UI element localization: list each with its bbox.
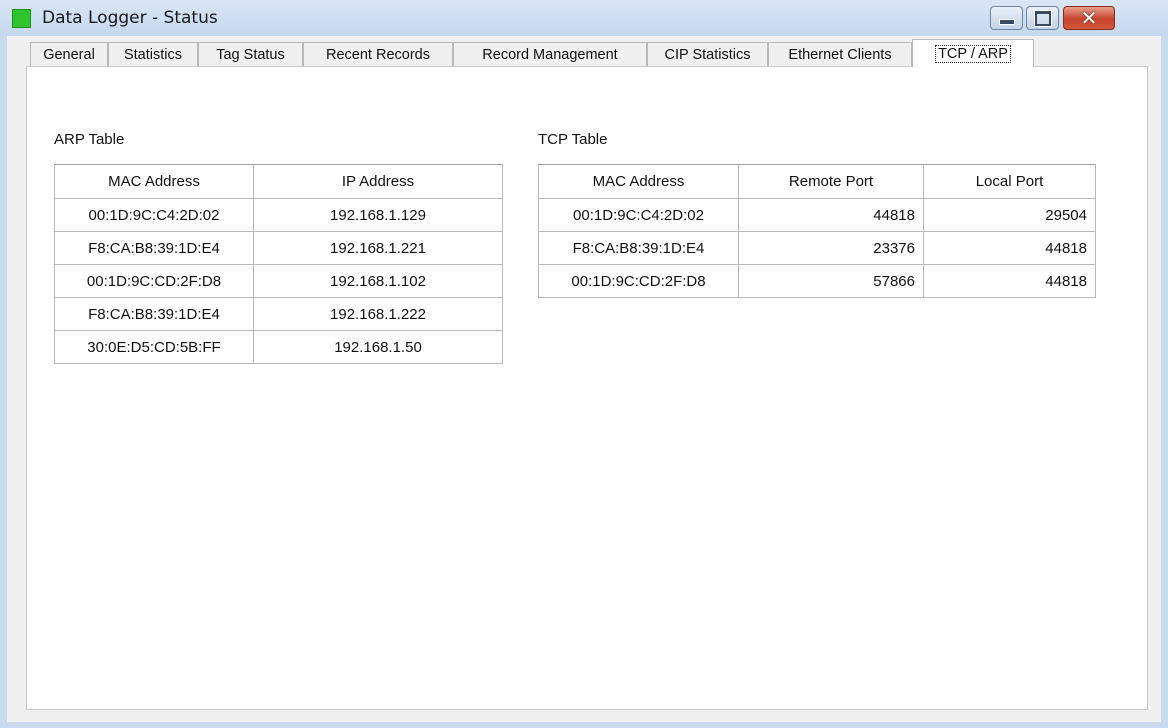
table-header-row: MAC Address Remote Port Local Port [538, 164, 1096, 199]
column-header[interactable]: IP Address [253, 164, 503, 199]
tab-label: Tag Status [216, 46, 285, 63]
arp-table-title: ARP Table [54, 131, 125, 148]
tab-label: Record Management [482, 46, 618, 63]
table-row[interactable]: 30:0E:D5:CD:5B:FF 192.168.1.50 [54, 330, 503, 364]
tab-label: TCP / ARP [935, 44, 1011, 63]
mac-address-cell: 30:0E:D5:CD:5B:FF [54, 330, 254, 364]
minimize-button[interactable] [990, 6, 1023, 30]
mac-address-cell: 00:1D:9C:CD:2F:D8 [538, 264, 739, 298]
table-row[interactable]: 00:1D:9C:C4:2D:02 44818 29504 [538, 198, 1096, 232]
mac-address-cell: F8:CA:B8:39:1D:E4 [54, 231, 254, 265]
table-row[interactable]: 00:1D:9C:C4:2D:02 192.168.1.129 [54, 198, 503, 232]
tab-general[interactable]: General [30, 42, 108, 66]
ip-address-cell: 192.168.1.221 [253, 231, 503, 265]
table-row[interactable]: 00:1D:9C:CD:2F:D8 57866 44818 [538, 264, 1096, 298]
ip-address-cell: 192.168.1.129 [253, 198, 503, 232]
tcp-table[interactable]: MAC Address Remote Port Local Port 00:1D… [538, 164, 1096, 298]
tab-statistics[interactable]: Statistics [108, 42, 198, 66]
status-green-square-icon [12, 9, 31, 28]
window-title: Data Logger - Status [42, 8, 218, 28]
local-port-cell: 44818 [923, 264, 1096, 298]
tab-tag-status[interactable]: Tag Status [198, 42, 303, 66]
application-window: Data Logger - Status ✕ General Statistic… [0, 0, 1168, 728]
mac-address-cell: 00:1D:9C:CD:2F:D8 [54, 264, 254, 298]
column-header[interactable]: Remote Port [738, 164, 924, 199]
remote-port-cell: 23376 [738, 231, 924, 265]
tab-label: Ethernet Clients [788, 46, 892, 63]
ip-address-cell: 192.168.1.102 [253, 264, 503, 298]
local-port-cell: 44818 [923, 231, 1096, 265]
maximize-icon [1034, 10, 1051, 26]
column-header[interactable]: MAC Address [54, 164, 254, 199]
remote-port-cell: 44818 [738, 198, 924, 232]
mac-address-cell: F8:CA:B8:39:1D:E4 [54, 297, 254, 331]
table-row[interactable]: F8:CA:B8:39:1D:E4 23376 44818 [538, 231, 1096, 265]
tab-panel-tcp-arp: ARP Table MAC Address IP Address 00:1D:9… [26, 66, 1148, 710]
mac-address-cell: 00:1D:9C:C4:2D:02 [54, 198, 254, 232]
tcp-table-title: TCP Table [538, 131, 608, 148]
ip-address-cell: 192.168.1.50 [253, 330, 503, 364]
tab-label: Statistics [123, 46, 182, 63]
table-row[interactable]: F8:CA:B8:39:1D:E4 192.168.1.221 [54, 231, 503, 265]
tab-label: General [43, 46, 95, 63]
mac-address-cell: F8:CA:B8:39:1D:E4 [538, 231, 739, 265]
table-row[interactable]: 00:1D:9C:CD:2F:D8 192.168.1.102 [54, 264, 503, 298]
tab-ethernet-clients[interactable]: Ethernet Clients [768, 42, 912, 66]
tab-tcp-arp[interactable]: TCP / ARP [912, 39, 1034, 67]
tab-record-management[interactable]: Record Management [453, 42, 647, 66]
title-bar[interactable]: Data Logger - Status ✕ [0, 0, 1168, 36]
remote-port-cell: 57866 [738, 264, 924, 298]
column-header[interactable]: Local Port [923, 164, 1096, 199]
column-header[interactable]: MAC Address [538, 164, 739, 199]
tab-recent-records[interactable]: Recent Records [303, 42, 453, 66]
local-port-cell: 29504 [923, 198, 1096, 232]
table-row[interactable]: F8:CA:B8:39:1D:E4 192.168.1.222 [54, 297, 503, 331]
close-icon: ✕ [1080, 6, 1098, 30]
tab-label: Recent Records [326, 46, 430, 63]
ip-address-cell: 192.168.1.222 [253, 297, 503, 331]
arp-table[interactable]: MAC Address IP Address 00:1D:9C:C4:2D:02… [54, 164, 503, 364]
tab-label: CIP Statistics [664, 46, 751, 63]
maximize-button[interactable] [1026, 6, 1059, 30]
minimize-icon [998, 19, 1015, 25]
table-header-row: MAC Address IP Address [54, 164, 503, 199]
tab-cip-statistics[interactable]: CIP Statistics [647, 42, 768, 66]
mac-address-cell: 00:1D:9C:C4:2D:02 [538, 198, 739, 232]
close-button[interactable]: ✕ [1063, 6, 1115, 30]
